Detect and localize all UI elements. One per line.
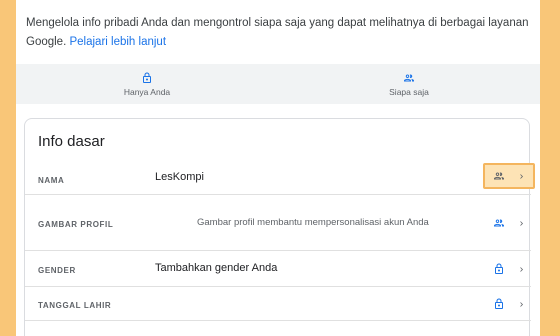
row-name-key: NAMA [38,176,65,185]
row-profile-picture[interactable]: GAMBAR PROFIL Gambar profil membantu mem… [25,195,531,251]
row-name-actions[interactable] [483,163,535,189]
lock-icon [494,298,503,309]
people-icon [404,74,414,81]
row-gender-actions[interactable] [483,256,535,282]
row-name[interactable]: NAMA LesKompi [25,155,535,195]
chevron-right-icon [519,266,523,272]
visibility-anyone: Siapa saja [278,64,540,104]
chevron-right-icon [519,173,523,179]
row-profile-picture-actions[interactable] [483,210,535,236]
row-gender-value: Tambahkan gender Anda [155,262,278,274]
visibility-only-you-label: Hanya Anda [123,86,171,97]
lock-icon [494,263,503,274]
row-name-value: LesKompi [155,171,204,183]
visibility-only-you: Hanya Anda [16,64,278,104]
row-gender-key: GENDER [38,266,76,275]
learn-more-link[interactable]: Pelajari lebih lanjut [69,36,166,48]
lock-icon [143,72,151,83]
chevron-right-icon [519,220,523,226]
visibility-anyone-label: Siapa saja [389,86,429,97]
people-icon [493,172,504,180]
row-gender[interactable]: GENDER Tambahkan gender Anda [25,251,531,287]
row-birthday-actions[interactable] [483,291,535,317]
people-icon [493,219,504,227]
row-birthday-key: TANGGAL LAHIR [38,301,112,310]
visibility-legend: Hanya Anda Siapa saja [16,64,540,104]
account-page: Mengelola info pribadi Anda dan mengontr… [16,0,540,336]
card-title: Info dasar [38,133,105,150]
intro-text: Mengelola info pribadi Anda dan mengontr… [26,14,536,52]
row-profile-picture-value: Gambar profil membantu mempersonalisasi … [197,217,429,228]
row-profile-picture-key: GAMBAR PROFIL [38,220,114,229]
chevron-right-icon [519,301,523,307]
row-birthday[interactable]: TANGGAL LAHIR [25,287,531,321]
basic-info-card: Info dasar NAMA LesKompi GAMBAR PROFIL G… [24,118,535,336]
